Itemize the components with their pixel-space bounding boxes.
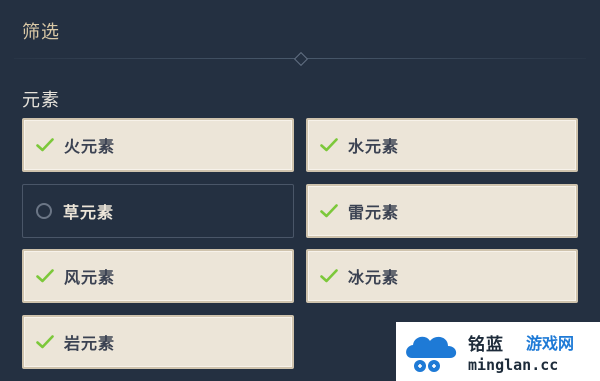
filter-option-geo[interactable]: 岩元素	[22, 315, 294, 369]
option-label: 雷元素	[348, 203, 400, 222]
section-label-element: 元素	[22, 90, 60, 111]
check-icon	[320, 267, 338, 285]
filter-option-pyro[interactable]: 火元素	[22, 118, 294, 172]
option-label: 冰元素	[348, 268, 400, 287]
check-icon	[320, 202, 338, 220]
filter-option-anemo[interactable]: 风元素	[22, 249, 294, 303]
filter-option-dendro[interactable]: 草元素	[22, 184, 294, 238]
option-label: 草元素	[63, 203, 115, 222]
check-icon	[36, 267, 54, 285]
check-icon	[36, 333, 54, 351]
filter-option-hydro[interactable]: 水元素	[306, 118, 578, 172]
option-label: 水元素	[348, 137, 400, 156]
option-label: 火元素	[64, 137, 116, 156]
panel-title: 筛选	[22, 22, 60, 43]
watermark-brand-suffix: 游戏网	[526, 334, 575, 353]
watermark-brand: 铭蓝	[468, 335, 504, 355]
watermark-url: minglan.cc	[468, 356, 559, 374]
check-icon	[320, 136, 338, 154]
option-label: 岩元素	[64, 334, 116, 353]
divider-ornament	[293, 51, 309, 67]
filter-option-cryo[interactable]: 冰元素	[306, 249, 578, 303]
filter-option-electro[interactable]: 雷元素	[306, 184, 578, 238]
radio-empty-icon	[35, 202, 53, 220]
cloud-logo-icon	[406, 336, 457, 372]
watermark-logo: 铭蓝 游戏网 minglan.cc	[396, 322, 600, 381]
option-label: 风元素	[64, 268, 116, 287]
check-icon	[36, 136, 54, 154]
